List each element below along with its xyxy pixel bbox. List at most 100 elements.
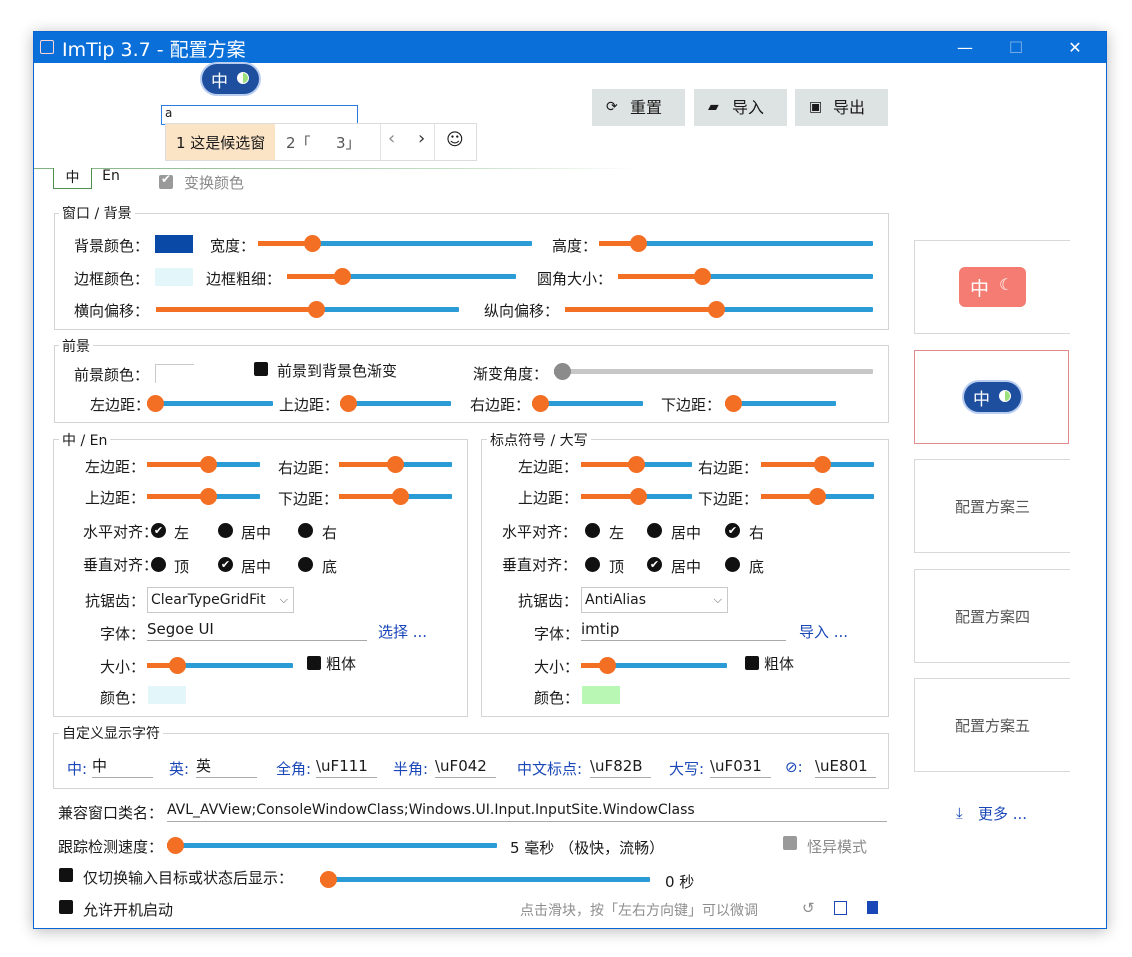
chevron-down-icon: ⌵	[279, 593, 288, 606]
width-slider[interactable]	[258, 235, 532, 252]
export-button[interactable]: ▣ 导出	[795, 89, 888, 126]
pc-color-swatch[interactable]	[582, 686, 620, 704]
zh-halign-radio-2[interactable]	[298, 523, 313, 538]
zh-bold-checkbox[interactable]	[307, 656, 321, 670]
cc-zh-field[interactable]: 中	[92, 755, 153, 778]
scheme-card-4[interactable]: 配置方案四	[914, 569, 1070, 663]
pc-right-slider[interactable]	[761, 456, 874, 473]
test-input[interactable]: a	[161, 105, 358, 125]
scheme-card-1[interactable]: 中 ☾	[914, 240, 1070, 334]
cc-caps-field[interactable]: \uF031	[710, 755, 771, 778]
zh-size-slider[interactable]	[147, 657, 293, 674]
undo-icon[interactable]: ↺	[802, 899, 815, 917]
pc-valign-radio-0[interactable]	[585, 557, 600, 572]
prev-page-icon[interactable]: ‹	[388, 128, 395, 149]
gradient-checkbox[interactable]	[254, 362, 268, 376]
zh-valign-radio-1[interactable]: ✔	[218, 557, 233, 572]
compat-field[interactable]: AVL_AVView;ConsoleWindowClass;Windows.UI…	[167, 799, 887, 822]
pc-font-import-link[interactable]: 导入 ...	[799, 621, 848, 642]
zh-halign-radio-1[interactable]	[218, 523, 233, 538]
cc-half-field[interactable]: \uF042	[435, 755, 496, 778]
pc-font-field[interactable]: imtip	[581, 618, 786, 641]
paste-icon[interactable]	[867, 901, 878, 914]
offset-x-slider[interactable]	[156, 301, 459, 318]
zh-font-field[interactable]: Segoe UI	[147, 618, 367, 641]
border-color-swatch[interactable]	[155, 268, 193, 286]
close-button[interactable]: ✕	[1052, 32, 1098, 63]
pc-size-slider[interactable]	[581, 657, 727, 674]
border-width-slider[interactable]	[287, 268, 516, 285]
cc-disabled-field[interactable]: \uE801	[815, 755, 876, 778]
cc-disabled-label: ⊘:	[785, 758, 803, 776]
height-slider[interactable]	[599, 235, 873, 252]
autostart-checkbox[interactable]	[59, 900, 73, 914]
switch-only-checkbox[interactable]	[59, 868, 73, 882]
cc-full-field[interactable]: \uF111	[316, 755, 377, 778]
zh-aa-select[interactable]: ClearTypeGridFit ⌵	[147, 587, 294, 613]
import-button[interactable]: ▰ 导入	[694, 89, 787, 126]
zh-color-swatch[interactable]	[148, 686, 186, 704]
copy-icon[interactable]	[834, 901, 847, 915]
pc-valign-radio-2[interactable]	[725, 557, 740, 572]
fg-left-slider[interactable]	[147, 395, 273, 412]
emoji-icon[interactable]: ☺	[446, 130, 464, 150]
pc-top-slider[interactable]	[581, 488, 692, 505]
offset-x-label: 横向偏移：	[74, 302, 150, 320]
tab-en[interactable]: En	[96, 166, 126, 186]
pc-bottom-slider[interactable]	[761, 488, 874, 505]
maximize-button[interactable]: ☐	[993, 32, 1039, 63]
next-page-icon[interactable]: ›	[418, 128, 425, 149]
fg-color-swatch[interactable]	[155, 364, 194, 383]
scheme-2-zh-text: 中	[973, 390, 990, 410]
pc-color-label: 颜色：	[534, 689, 580, 707]
folder-open-icon: ▰	[708, 99, 719, 115]
zh-valign-radio-2[interactable]	[298, 557, 313, 572]
pc-left-slider[interactable]	[581, 456, 692, 473]
title-bar[interactable]: ImTip 3.7 - 配置方案 — ☐ ✕	[34, 32, 1106, 63]
scheme-card-2[interactable]: 中	[914, 350, 1069, 444]
app-icon	[40, 40, 54, 54]
pc-aa-select[interactable]: AntiAlias ⌵	[581, 587, 728, 613]
zh-top-slider[interactable]	[147, 488, 260, 505]
scheme-card-3[interactable]: 配置方案三	[914, 459, 1070, 553]
candidate-item-1[interactable]: 1 这是候选窗	[176, 132, 265, 153]
pc-halign-radio-0[interactable]	[585, 523, 600, 538]
width-label: 宽度：	[210, 237, 256, 255]
radius-slider[interactable]	[618, 268, 873, 285]
zh-valign-option-0: 顶	[174, 558, 190, 576]
cc-full-label: 全角:	[276, 760, 312, 778]
fg-right-slider[interactable]	[532, 395, 643, 412]
switch-only-slider[interactable]	[320, 871, 650, 888]
tab-zh[interactable]: 中	[53, 168, 92, 189]
zh-halign-radio-0[interactable]: ✔	[151, 523, 166, 538]
zh-valign-radio-0[interactable]	[151, 557, 166, 572]
pc-halign-option-2: 右	[749, 524, 765, 542]
pc-halign-radio-2[interactable]: ✔	[725, 523, 740, 538]
minimize-button[interactable]: —	[942, 32, 988, 63]
zh-left-slider[interactable]	[147, 456, 260, 473]
scheme-card-5[interactable]: 配置方案五	[914, 678, 1070, 772]
weird-mode-checkbox[interactable]	[783, 836, 797, 850]
fg-top-slider[interactable]	[340, 395, 451, 412]
tracking-slider[interactable]	[167, 837, 497, 854]
offset-y-slider[interactable]	[565, 301, 873, 318]
pc-halign-radio-1[interactable]	[647, 523, 662, 538]
zh-right-slider[interactable]	[339, 456, 452, 473]
candidate-item-2[interactable]: 2「	[286, 132, 311, 153]
fg-bottom-slider[interactable]	[725, 395, 836, 412]
zh-bottom-slider[interactable]	[339, 488, 452, 505]
cc-cn-punct-field[interactable]: \uF82B	[590, 755, 651, 778]
candidate-item-3[interactable]: 3」	[336, 132, 361, 153]
angle-label: 渐变角度：	[473, 365, 549, 383]
pc-bold-label: 粗体	[764, 655, 795, 673]
zh-font-select-link[interactable]: 选择 ...	[378, 621, 427, 642]
tracking-value-text: 5 毫秒 （极快，流畅）	[510, 839, 665, 857]
bg-color-swatch[interactable]	[155, 235, 193, 253]
swap-colors-checkbox[interactable]: ✔	[159, 172, 173, 189]
pc-valign-radio-1[interactable]: ✔	[647, 557, 662, 572]
reset-button[interactable]: ⟳ 重置	[592, 89, 685, 126]
cc-en-field[interactable]: 英	[196, 755, 257, 778]
more-schemes-link[interactable]: 更多 ...	[978, 803, 1027, 824]
angle-slider[interactable]	[554, 363, 873, 380]
pc-bold-checkbox[interactable]	[745, 656, 759, 670]
